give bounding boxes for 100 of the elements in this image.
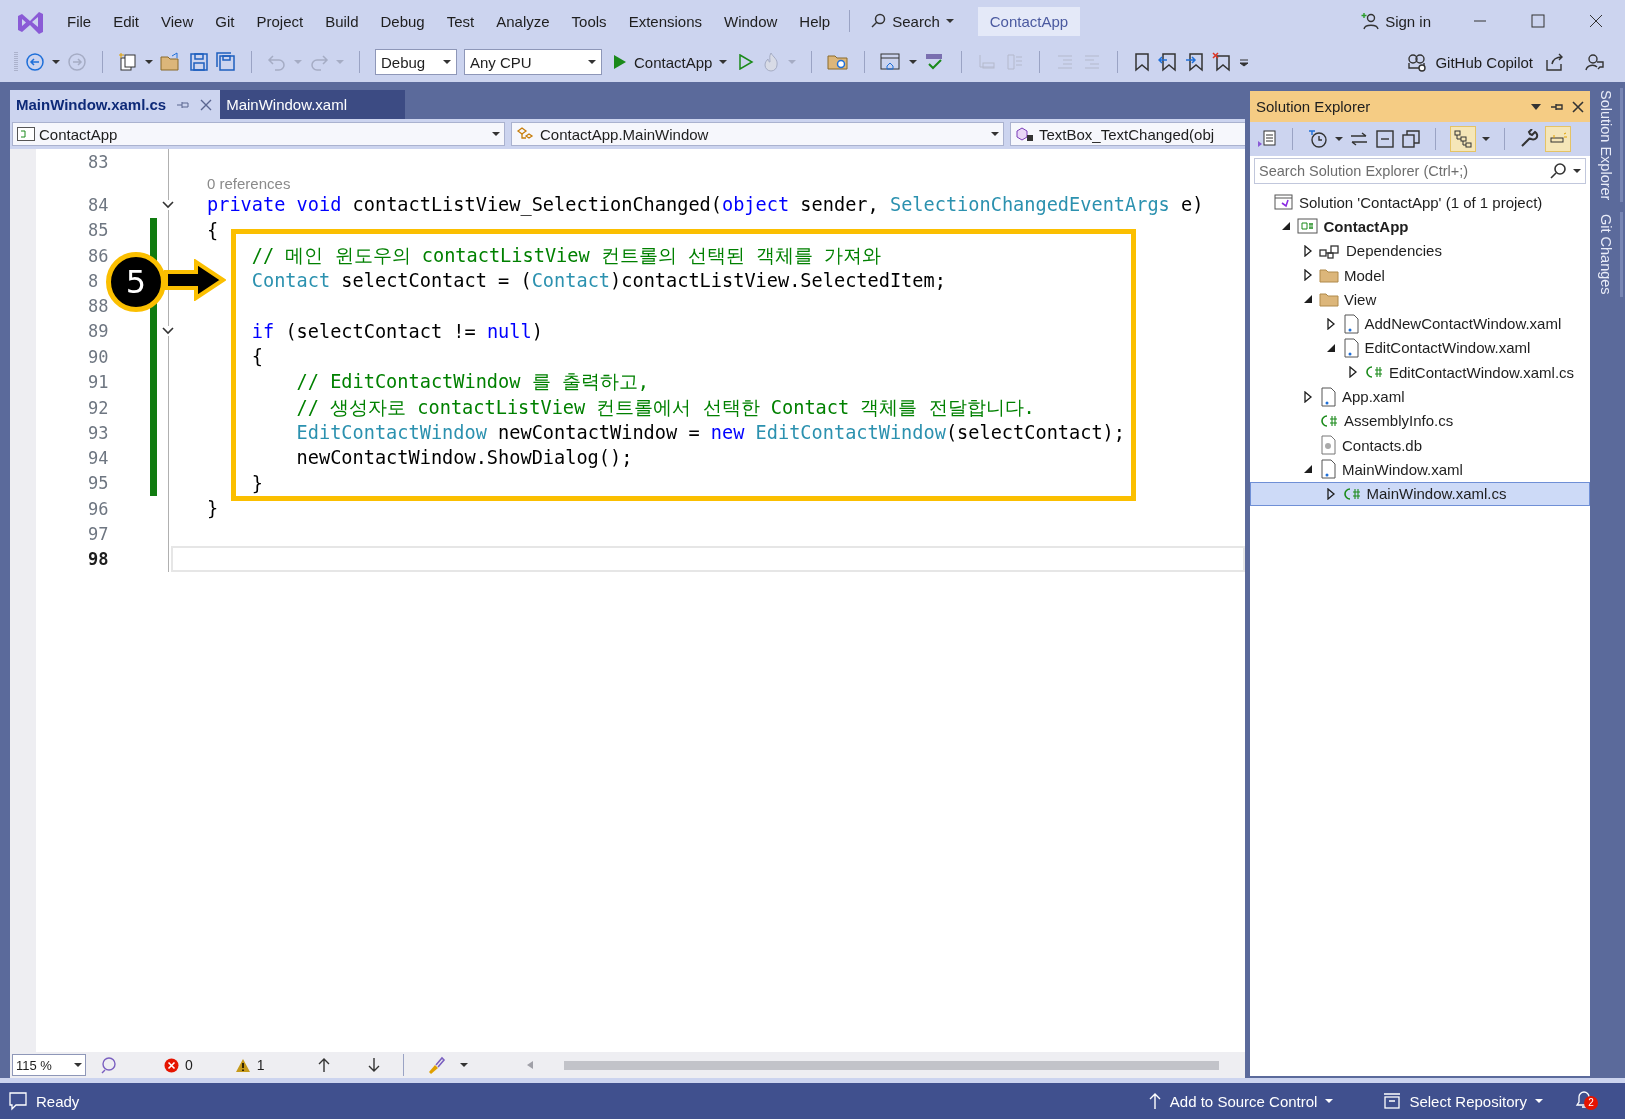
dropdown-icon[interactable] [1530, 102, 1542, 111]
caret-icon[interactable] [1335, 136, 1343, 142]
history-icon[interactable] [1307, 129, 1329, 149]
menu-item[interactable]: Git [204, 12, 246, 30]
caret-icon[interactable] [492, 131, 500, 137]
caret-icon[interactable] [991, 131, 999, 137]
collapsed-icon[interactable] [1302, 244, 1314, 257]
caret-icon[interactable] [459, 1062, 468, 1068]
tree-item[interactable]: MainWindow.xaml.cs [1250, 481, 1590, 506]
menu-item[interactable]: Debug [369, 12, 436, 30]
side-tab[interactable]: Git Changes [1592, 212, 1623, 298]
tree-item[interactable]: EditContactWindow.xaml.cs [1250, 360, 1590, 385]
health-icon[interactable] [100, 1056, 118, 1074]
clear-bookmarks-icon[interactable] [1212, 52, 1233, 72]
navigation-dropdown[interactable]: ContactApp [12, 122, 505, 146]
menu-item[interactable]: View [150, 12, 205, 30]
copilot-button[interactable]: GitHub Copilot [1402, 52, 1537, 72]
zoom-dropdown[interactable]: 115 % [12, 1054, 86, 1076]
menu-item[interactable]: Analyze [485, 12, 561, 30]
start-without-debugging-icon[interactable] [738, 54, 755, 70]
tree-item[interactable]: ContactApp [1250, 214, 1590, 239]
platform-dropdown[interactable]: Any CPU [464, 49, 602, 75]
folder-search-icon[interactable] [827, 52, 850, 72]
start-button[interactable]: ContactApp [609, 53, 732, 71]
expanded-icon[interactable] [1302, 463, 1314, 476]
tree-item[interactable]: Dependencies [1250, 238, 1590, 263]
expanded-icon[interactable] [1302, 293, 1314, 306]
search-button[interactable]: Search [858, 12, 966, 30]
new-project-icon[interactable] [118, 52, 138, 72]
tree-item[interactable]: AddNewContactWindow.xaml [1250, 311, 1590, 336]
switch-views-icon[interactable] [1256, 129, 1278, 149]
bookmark-icon[interactable] [1133, 52, 1152, 72]
maximize-icon[interactable] [1531, 14, 1545, 28]
sign-in-button[interactable]: Sign in [1361, 12, 1431, 30]
close-icon[interactable] [200, 98, 213, 111]
navigation-dropdown[interactable]: ContactApp.MainWindow [511, 122, 1004, 146]
show-all-files-icon[interactable] [1401, 129, 1421, 149]
menu-item[interactable]: Build [314, 12, 370, 30]
next-bookmark-icon[interactable] [1185, 52, 1206, 72]
caret-icon[interactable] [909, 59, 918, 65]
menu-item[interactable]: File [56, 12, 103, 30]
tree-item[interactable]: App.xaml [1250, 384, 1590, 409]
caret-icon[interactable] [719, 59, 728, 65]
preview-toggle[interactable] [1545, 126, 1571, 152]
previous-bookmark-icon[interactable] [1158, 52, 1179, 72]
overflow-icon[interactable] [1239, 57, 1250, 67]
feedback-icon[interactable] [1584, 52, 1604, 72]
select-repository-button[interactable]: Select Repository [1383, 1092, 1543, 1110]
window-icon[interactable] [880, 52, 903, 72]
save-all-icon[interactable] [216, 52, 236, 72]
tree-item[interactable]: AssemblyInfo.cs [1250, 408, 1590, 433]
collapse-all-icon[interactable] [1375, 129, 1395, 149]
close-icon[interactable] [1589, 14, 1603, 28]
warning-count[interactable]: 1 [234, 1057, 265, 1073]
menu-item[interactable]: Edit [102, 12, 151, 30]
menu-item[interactable]: Test [435, 12, 486, 30]
references-hint[interactable]: 0 references [197, 174, 1245, 192]
caret-icon[interactable] [1573, 168, 1581, 174]
caret-icon[interactable] [145, 59, 153, 65]
tree-view-toggle[interactable] [1450, 126, 1476, 152]
navigation-dropdown[interactable]: TextBox_TextChanged(obj [1010, 122, 1245, 146]
caret-icon[interactable] [443, 59, 451, 65]
tree-item[interactable]: View [1250, 287, 1590, 312]
collapsed-icon[interactable] [1347, 366, 1359, 379]
caret-icon[interactable] [1535, 1098, 1543, 1104]
tree-item[interactable]: Contacts.db [1250, 432, 1590, 458]
wrench-icon[interactable] [1519, 129, 1539, 149]
search-field[interactable]: Search Solution Explorer (Ctrl+;) [1254, 158, 1586, 184]
editor-tab[interactable]: MainWindow.xaml [220, 90, 406, 119]
configuration-dropdown[interactable]: Debug [375, 49, 457, 75]
collapsed-icon[interactable] [1302, 390, 1314, 403]
caret-icon[interactable] [945, 18, 954, 24]
tree-item[interactable]: EditContactWindow.xaml [1250, 335, 1590, 361]
caret-icon[interactable] [588, 59, 596, 65]
side-tab[interactable]: Solution Explorer [1592, 88, 1623, 203]
collapsed-icon[interactable] [1302, 269, 1314, 282]
tree-item[interactable]: MainWindow.xaml [1250, 457, 1590, 482]
tree-item[interactable]: Solution 'ContactApp' (1 of 1 project) [1250, 190, 1590, 215]
caret-icon[interactable] [74, 1062, 82, 1068]
menu-item[interactable]: Window [713, 12, 789, 30]
menu-item[interactable]: Extensions [617, 12, 713, 30]
collapsed-icon[interactable] [1324, 317, 1337, 330]
caret-icon[interactable] [1482, 136, 1490, 142]
close-icon[interactable] [1572, 100, 1584, 113]
menu-item[interactable]: Tools [560, 12, 618, 30]
editor-tab[interactable]: MainWindow.xaml.cs [10, 90, 221, 119]
add-to-source-control-button[interactable]: Add to Source Control [1147, 1092, 1334, 1110]
menu-item[interactable]: Project [245, 12, 315, 30]
collapsed-icon[interactable] [1324, 487, 1337, 500]
menu-item[interactable]: Help [788, 12, 842, 30]
caret-icon[interactable] [1325, 1098, 1334, 1104]
up-arrow-icon[interactable] [316, 1057, 331, 1073]
caret-icon[interactable] [52, 59, 60, 65]
save-icon[interactable] [189, 52, 209, 72]
scrollbar-thumb[interactable] [563, 1060, 1219, 1070]
down-arrow-icon[interactable] [366, 1057, 381, 1073]
error-count[interactable]: 0 [164, 1057, 193, 1073]
tree-item[interactable]: Model [1250, 262, 1590, 288]
back-icon[interactable] [25, 52, 45, 72]
share-icon[interactable] [1544, 52, 1564, 72]
